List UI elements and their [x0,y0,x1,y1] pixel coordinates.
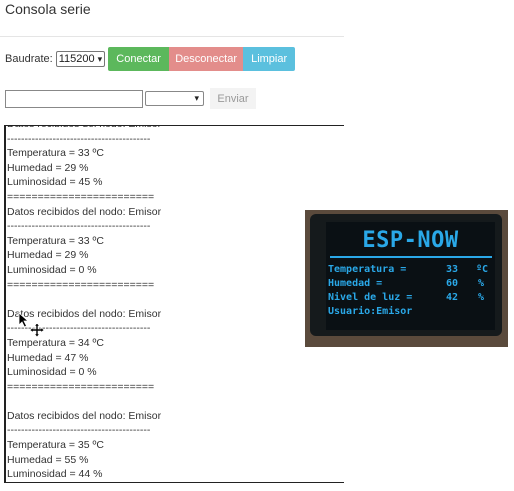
connection-toolbar: Baudrate: 115200 ▾ Conectar Desconectar … [5,47,296,71]
console-line: ======================== [7,278,155,291]
console-line: Temperatura = 33 ºC [7,234,104,247]
console-line: ----------------------------------------… [7,424,151,437]
baudrate-select[interactable]: 115200 ▾ [55,51,106,67]
mouse-cursor-icon [18,312,30,328]
node-select[interactable]: ▾ [145,91,204,106]
chevron-down-icon: ▾ [194,93,199,103]
oled-row-unit: % [478,292,485,303]
console-lines: Datos recibidos del nodo: Emisor--------… [7,126,344,482]
oled-row-value: 60 [446,278,459,289]
chevron-down-icon: ▾ [97,53,103,64]
send-toolbar: ▾ Enviar [5,88,256,109]
move-cursor-icon [30,323,44,337]
oled-row-light: Nivel de luz = [328,292,412,303]
connect-button[interactable]: Conectar [108,47,170,71]
console-line: ----------------------------------------… [7,220,151,233]
oled-rule [330,256,492,258]
page-title: Consola serie [5,1,91,17]
console-line: Humedad = 29 % [7,249,89,262]
oled-row-value: 42 [446,292,459,303]
oled-footer: Usuario:Emisor [328,306,413,317]
oled-row-label: Humedad = [328,278,383,289]
oled-row-unit: % [478,278,485,289]
console-line: Temperatura = 35 ºC [7,439,104,452]
oled-screen: ESP-NOW Temperatura = 33 ºC Humedad = 60… [326,222,495,330]
console-line: ----------------------------------------… [7,132,151,145]
console-line: Datos recibidos del nodo: Emisor [7,126,344,132]
console-line: Luminosidad = 0 % [7,366,97,379]
oled-display-photo: ESP-NOW Temperatura = 33 ºC Humedad = 60… [305,210,508,347]
console-line: Datos recibidos del nodo: Emisor [7,409,162,422]
console-line: ======================== [7,190,155,203]
oled-row-value: 33 [446,264,459,275]
console-line: Datos recibidos del nodo: Emisor [7,307,162,320]
clear-button[interactable]: Limpiar [243,47,296,71]
console-line: ======================== [7,380,155,393]
console-line: Humedad = 55 % [7,453,89,466]
oled-row-unit: ºC [476,264,489,275]
send-button[interactable]: Enviar [210,88,256,109]
baudrate-label: Baudrate: [5,53,53,65]
console-line: Luminosidad = 0 % [7,263,97,276]
console-line: Humedad = 47 % [7,351,89,364]
oled-row-temperature: Temperatura = [328,264,406,275]
oled-row-label: Temperatura = [328,264,407,275]
console-line: Datos recibidos del nodo: Emisor [7,205,162,218]
serial-console[interactable]: Datos recibidos del nodo: Emisor--------… [4,125,344,483]
console-line: Luminosidad = 45 % [7,176,103,189]
message-input[interactable] [5,89,143,108]
console-line: ----------------------------------------… [7,322,151,335]
baudrate-value: 115200 [58,53,95,65]
console-line: Luminosidad = 44 % [7,468,103,481]
console-line: Humedad = 29 % [7,161,89,174]
oled-title: ESP-NOW [362,228,459,253]
console-line: Temperatura = 34 ºC [7,336,104,349]
oled-row-label: Nivel de luz = [328,292,413,303]
oled-row-humidity: Humedad = [328,278,382,289]
console-line: Temperatura = 33 ºC [7,147,104,160]
disconnect-button[interactable]: Desconectar [169,47,244,71]
header-divider [0,36,344,37]
